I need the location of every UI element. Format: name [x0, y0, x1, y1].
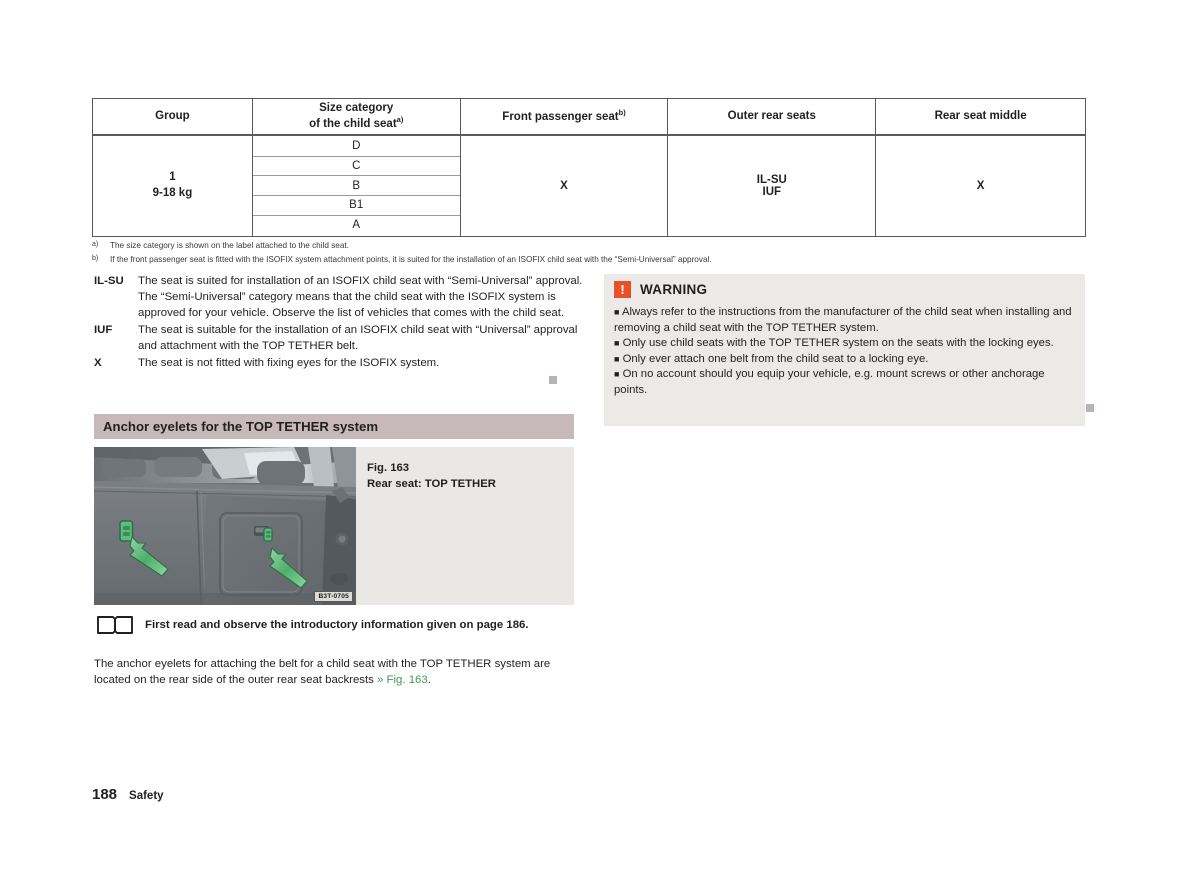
table-header-size-category-line2: of the child seat	[309, 118, 397, 131]
size-category-item: D	[252, 136, 460, 157]
legend-key-il-su: IL-SU	[94, 275, 124, 287]
footnote-marker-a: a)	[396, 115, 404, 125]
size-category-list: D C B B1 A	[252, 136, 460, 235]
chevron-right-icon: »	[377, 673, 384, 686]
warning-bullet-text: Only use child seats with the TOP TETHER…	[622, 337, 1054, 350]
warning-bullet: ■ Only use child seats with the TOP TETH…	[614, 336, 1075, 352]
margin-marker-square	[549, 376, 557, 384]
table-header-front-passenger-label: Front passenger seat	[502, 110, 619, 123]
legend-text-iuf: The seat is suitable for the installatio…	[138, 323, 578, 352]
rear-seat-illustration	[94, 447, 356, 605]
footnote-b-text: If the front passenger seat is fitted wi…	[110, 255, 712, 265]
table-header-rear-middle-label: Rear seat middle	[934, 110, 1027, 123]
body-paragraph-text: The anchor eyelets for attaching the bel…	[94, 658, 551, 686]
cell-group-number: 1	[169, 171, 176, 184]
cell-outer-rear-line2: IUF	[762, 185, 782, 198]
table-header-outer-rear: Outer rear seats	[667, 98, 877, 136]
legend-item-x: X The seat is not fitted with fixing eye…	[94, 356, 584, 372]
figure-image-code: B3T-0705	[314, 591, 353, 602]
page-number: 188	[92, 786, 118, 803]
section-heading: Anchor eyelets for the TOP TETHER system	[94, 414, 574, 439]
warning-bullet-text: Always refer to the instructions from th…	[614, 306, 1072, 334]
book-icon	[96, 614, 134, 636]
table-header-front-passenger: Front passenger seatb)	[459, 98, 669, 136]
footnote-marker-b: b)	[618, 108, 626, 118]
warning-header: ! WARNING	[614, 281, 1075, 298]
figure-caption: Fig. 163 Rear seat: TOP TETHER	[367, 460, 496, 493]
size-category-item: A	[253, 215, 460, 235]
size-category-b: B	[252, 175, 460, 197]
manual-page: Group Size category of the child seat a) …	[0, 0, 1200, 876]
legend-text-il-su: The seat is suited for installation of a…	[138, 275, 583, 319]
legend-list: IL-SU The seat is suited for installatio…	[94, 274, 584, 373]
size-category-item: B1	[252, 195, 460, 216]
table-body: 1 9-18 kg D C B B1 A X IL-SU IUF X	[92, 134, 1086, 237]
rear-seat-top-tether-photo: B3T-0705	[94, 447, 356, 605]
page-footer: 188 Safety	[92, 786, 164, 803]
footnote-a: a) The size category is shown on the lab…	[92, 240, 1092, 254]
cell-group-weight: 9-18 kg	[152, 186, 193, 199]
size-category-d: D	[252, 136, 460, 157]
legend-item-il-su: IL-SU The seat is suited for installatio…	[94, 274, 584, 322]
warning-bullet: ■ Only ever attach one belt from the chi…	[614, 352, 1075, 368]
table-header-row: Group Size category of the child seata) …	[92, 98, 1086, 136]
table-header-size-category-line1: Size category	[319, 101, 394, 114]
table-header-rear-middle: Rear seat middle	[875, 98, 1086, 136]
size-category-b1: B1	[252, 195, 460, 216]
bullet-icon: ■	[614, 306, 620, 317]
bullet-icon: ■	[614, 337, 620, 348]
table-row: 1 9-18 kg D C B B1 A X IL-SU IUF X	[92, 134, 1086, 237]
warning-bullet: ■ Always refer to the instructions from …	[614, 305, 1075, 336]
size-category-c: C	[252, 156, 460, 177]
exclamation-icon: !	[614, 281, 631, 298]
cell-front-passenger-value: X	[459, 134, 669, 237]
footnote-a-text: The size category is shown on the label …	[110, 241, 349, 250]
cell-size-categories: D C B B1 A	[251, 134, 461, 237]
footnote-b-marker: b)	[92, 255, 99, 263]
bullet-icon: ■	[614, 353, 620, 364]
figure-title: Rear seat: TOP TETHER	[367, 478, 496, 491]
cell-outer-rear-line1: IL-SU	[756, 173, 787, 186]
warning-bullet-text: Only ever attach one belt from the child…	[622, 352, 929, 365]
table-header-outer-rear-label: Outer rear seats	[727, 110, 816, 123]
cell-rear-middle-value: X	[875, 134, 1086, 237]
warning-title: WARNING	[640, 282, 708, 297]
isofix-compatibility-table: Group Size category of the child seata) …	[92, 98, 1086, 237]
table-header: Group Size category of the child seata) …	[92, 98, 1086, 136]
legend-text-x: The seat is not fitted with fixing eyes …	[138, 356, 440, 369]
legend-item-iuf: IUF The seat is suitable for the install…	[94, 323, 584, 355]
figure-cross-reference[interactable]: » Fig. 163	[377, 674, 428, 686]
footnote-a-marker: a)	[92, 241, 99, 248]
body-paragraph: The anchor eyelets for attaching the bel…	[94, 657, 580, 689]
bullet-icon: ■	[614, 369, 620, 380]
size-category-item: C	[252, 156, 460, 177]
cell-group: 1 9-18 kg	[92, 134, 253, 237]
figure-block: B3T-0705 Fig. 163 Rear seat: TOP TETHER	[94, 447, 574, 605]
table-header-size-category: Size category of the child seata)	[251, 98, 461, 136]
warning-bullet-list: ■ Always refer to the instructions from …	[614, 305, 1075, 398]
margin-marker-square	[1086, 404, 1094, 412]
table-footnotes: a) The size category is shown on the lab…	[92, 240, 1092, 269]
read-first-note-text: First read and observe the introductory …	[145, 619, 529, 631]
table-header-group: Group	[92, 98, 253, 136]
size-category-item: B	[252, 175, 460, 197]
warning-bullet-text: On no account should you equip your vehi…	[614, 368, 1045, 396]
size-category-a: A	[352, 219, 361, 232]
legend-key-iuf: IUF	[94, 323, 113, 336]
chapter-name: Safety	[129, 790, 164, 802]
legend-key-x: X	[94, 356, 102, 369]
warning-bullet: ■ On no account should you equip your ve…	[614, 367, 1075, 398]
figure-number: Fig. 163	[367, 462, 410, 474]
cell-outer-rear-value: IL-SU IUF	[667, 134, 877, 237]
body-paragraph-period: .	[427, 673, 431, 686]
figure-cross-reference-label: Fig. 163	[386, 673, 428, 686]
read-first-note: First read and observe the introductory …	[96, 614, 596, 636]
warning-box: ! WARNING ■ Always refer to the instruct…	[604, 274, 1085, 426]
footnote-b: b) If the front passenger seat is fitted…	[92, 254, 1092, 268]
table-header-group-label: Group	[155, 110, 190, 123]
